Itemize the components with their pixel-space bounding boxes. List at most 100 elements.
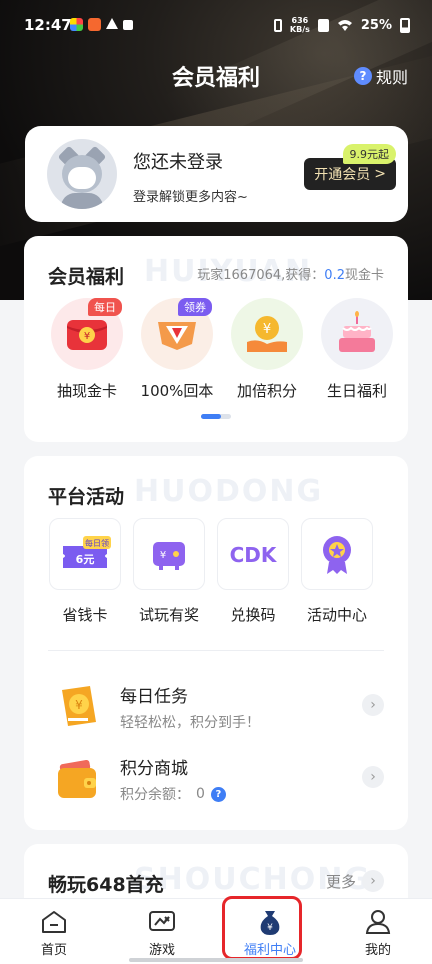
tab-mine[interactable]: 我的 [324, 899, 432, 964]
chevron-right-icon: › [362, 870, 384, 892]
rules-button[interactable]: ? 规则 [353, 64, 408, 88]
battery-level: 25% [360, 17, 392, 33]
task-subtitle-text: 轻轻松松，积分到手！ [120, 715, 260, 731]
title-bar: 会员福利 ? 规则 [0, 52, 432, 100]
section-watermark: HUODONG [134, 474, 324, 509]
activity-label: 省钱卡 [62, 606, 108, 624]
task-coin-icon: ¥ [52, 682, 102, 732]
status-right-group: 636 KB/s 25% [273, 16, 410, 34]
question-icon: ? [353, 67, 372, 85]
section-title: 平台活动 [48, 486, 125, 508]
tab-home[interactable]: 首页 [0, 899, 108, 964]
points-balance-value: 0 [196, 786, 205, 802]
network-speed: 636 KB/s [290, 16, 310, 34]
platform-activities-card: HUODONG 平台活动 每日领 6元 省钱卡 ¥ 试玩有奖 CDK 兑换码 活动… [24, 456, 408, 830]
member-benefits-card: HUIYUAN 会员福利 玩家1667064,获得：0.2现金卡 ¥ 每日 抽现… [24, 236, 408, 442]
task-subtitle: 积分余额： 0 ? [120, 784, 226, 804]
points-balance-label: 积分余额： [120, 787, 190, 803]
svg-text:¥: ¥ [267, 923, 273, 933]
home-icon [0, 907, 108, 937]
status-time: 12:47 [24, 16, 72, 34]
chevron-right-icon[interactable]: › [362, 766, 384, 788]
login-subtitle: 登录解锁更多内容~ [133, 190, 248, 205]
svg-text:¥: ¥ [263, 322, 271, 337]
more-label: 更多 [325, 872, 356, 891]
daily-badge: 每日 [88, 298, 122, 316]
benefit-label: 加倍积分 [236, 382, 297, 400]
benefit-label: 生日福利 [326, 382, 387, 400]
benefit-label: 抽现金卡 [56, 382, 117, 400]
benefit-item-double-points[interactable]: ¥ 加倍积分 [222, 298, 312, 401]
chevron-right-icon: > [374, 166, 386, 182]
task-row-daily[interactable]: ¥ 每日任务 轻轻松松，积分到手！ › [48, 678, 388, 734]
tab-games[interactable]: 游戏 [108, 899, 216, 964]
chevron-right-icon[interactable]: › [362, 694, 384, 716]
wifi-icon [337, 19, 352, 31]
tab-label: 福利中心 [243, 943, 296, 958]
activity-label: 兑换码 [230, 606, 276, 624]
coupon-badge: 领券 [178, 298, 212, 316]
welfare-bag-icon: ¥ [216, 907, 324, 937]
profile-icon [324, 907, 432, 937]
task-title: 每日任务 [120, 687, 188, 707]
activity-trial-reward[interactable]: ¥ 试玩有奖 [132, 518, 206, 625]
section-divider [48, 650, 384, 651]
avatar-body [61, 193, 103, 209]
tab-welfare-center[interactable]: ¥ 福利中心 [216, 899, 324, 964]
more-button[interactable]: 更多 › [326, 870, 384, 892]
activity-list: 每日领 6元 省钱卡 ¥ 试玩有奖 CDK 兑换码 活动中心 [48, 518, 374, 625]
ticket-amount: 6元 [76, 553, 95, 566]
benefit-note-prefix: 玩家1667064,获得： [197, 268, 325, 283]
vibrate-icon [273, 18, 282, 32]
wallet-icon [52, 754, 102, 804]
crown-icon [106, 18, 118, 29]
page-indicator [201, 414, 231, 419]
page-indicator-active [201, 414, 221, 419]
notification-app-icon [88, 18, 101, 31]
daily-claim-badge: 每日领 [85, 538, 109, 548]
tab-label: 我的 [364, 943, 391, 958]
task-row-points-mall[interactable]: 积分商城 积分余额： 0 ? › [48, 750, 388, 806]
birthday-cake-icon [321, 298, 393, 370]
help-icon[interactable]: ? [210, 786, 226, 802]
section-title: 畅玩648首充 [48, 874, 164, 896]
avatar[interactable] [47, 139, 117, 209]
activity-label: 活动中心 [306, 606, 367, 624]
coin-hand-icon: ¥ [231, 298, 303, 370]
benefit-note-value: 0.2 [324, 268, 345, 283]
notification-app-icon [70, 18, 83, 31]
game-icon [108, 907, 216, 937]
activity-redeem-code[interactable]: CDK 兑换码 [216, 518, 290, 625]
notification-app-icon [123, 20, 133, 30]
benefit-earnings-note: 玩家1667064,获得：0.2现金卡 [197, 264, 384, 283]
svg-text:¥: ¥ [84, 331, 90, 342]
battery-icon [400, 17, 410, 33]
activity-center[interactable]: 活动中心 [300, 518, 374, 625]
open-vip-label: 开通会员 [314, 167, 371, 183]
svg-text:¥: ¥ [75, 698, 83, 712]
activity-label: 试玩有奖 [138, 606, 199, 624]
avatar-face [68, 167, 96, 189]
benefit-label: 100%回本 [140, 382, 214, 400]
vip-price-tag: 9.9元起 [342, 144, 396, 164]
login-title[interactable]: 您还未登录 [133, 148, 223, 174]
tab-label: 游戏 [148, 943, 175, 958]
section-title: 会员福利 [48, 266, 125, 288]
benefit-item-cash-card[interactable]: ¥ 每日 抽现金卡 [42, 298, 132, 401]
login-card[interactable]: 您还未登录 登录解锁更多内容~ 9.9元起 开通会员 > [25, 126, 408, 222]
benefit-list: ¥ 每日 抽现金卡 领券 100%回本 ¥ 加倍积分 生日福利 [42, 298, 402, 401]
net-speed-unit: KB/s [289, 25, 310, 34]
ticket-icon: 每日领 6元 [49, 518, 121, 590]
gamepad-icon: ¥ [133, 518, 205, 590]
status-bar: 12:47 636 KB/s 25% [0, 0, 432, 52]
cdk-icon: CDK [217, 518, 289, 590]
home-indicator [129, 958, 303, 962]
cdk-icon-text: CDK [230, 543, 278, 567]
activity-saving-card[interactable]: 每日领 6元 省钱卡 [48, 518, 122, 625]
benefit-note-suffix: 现金卡 [344, 268, 384, 283]
net-speed-value: 636 [291, 16, 309, 25]
svg-text:¥: ¥ [160, 550, 166, 561]
benefit-item-birthday[interactable]: 生日福利 [312, 298, 402, 401]
rules-label: 规则 [375, 68, 408, 87]
benefit-item-full-refund[interactable]: 领券 100%回本 [132, 298, 222, 401]
